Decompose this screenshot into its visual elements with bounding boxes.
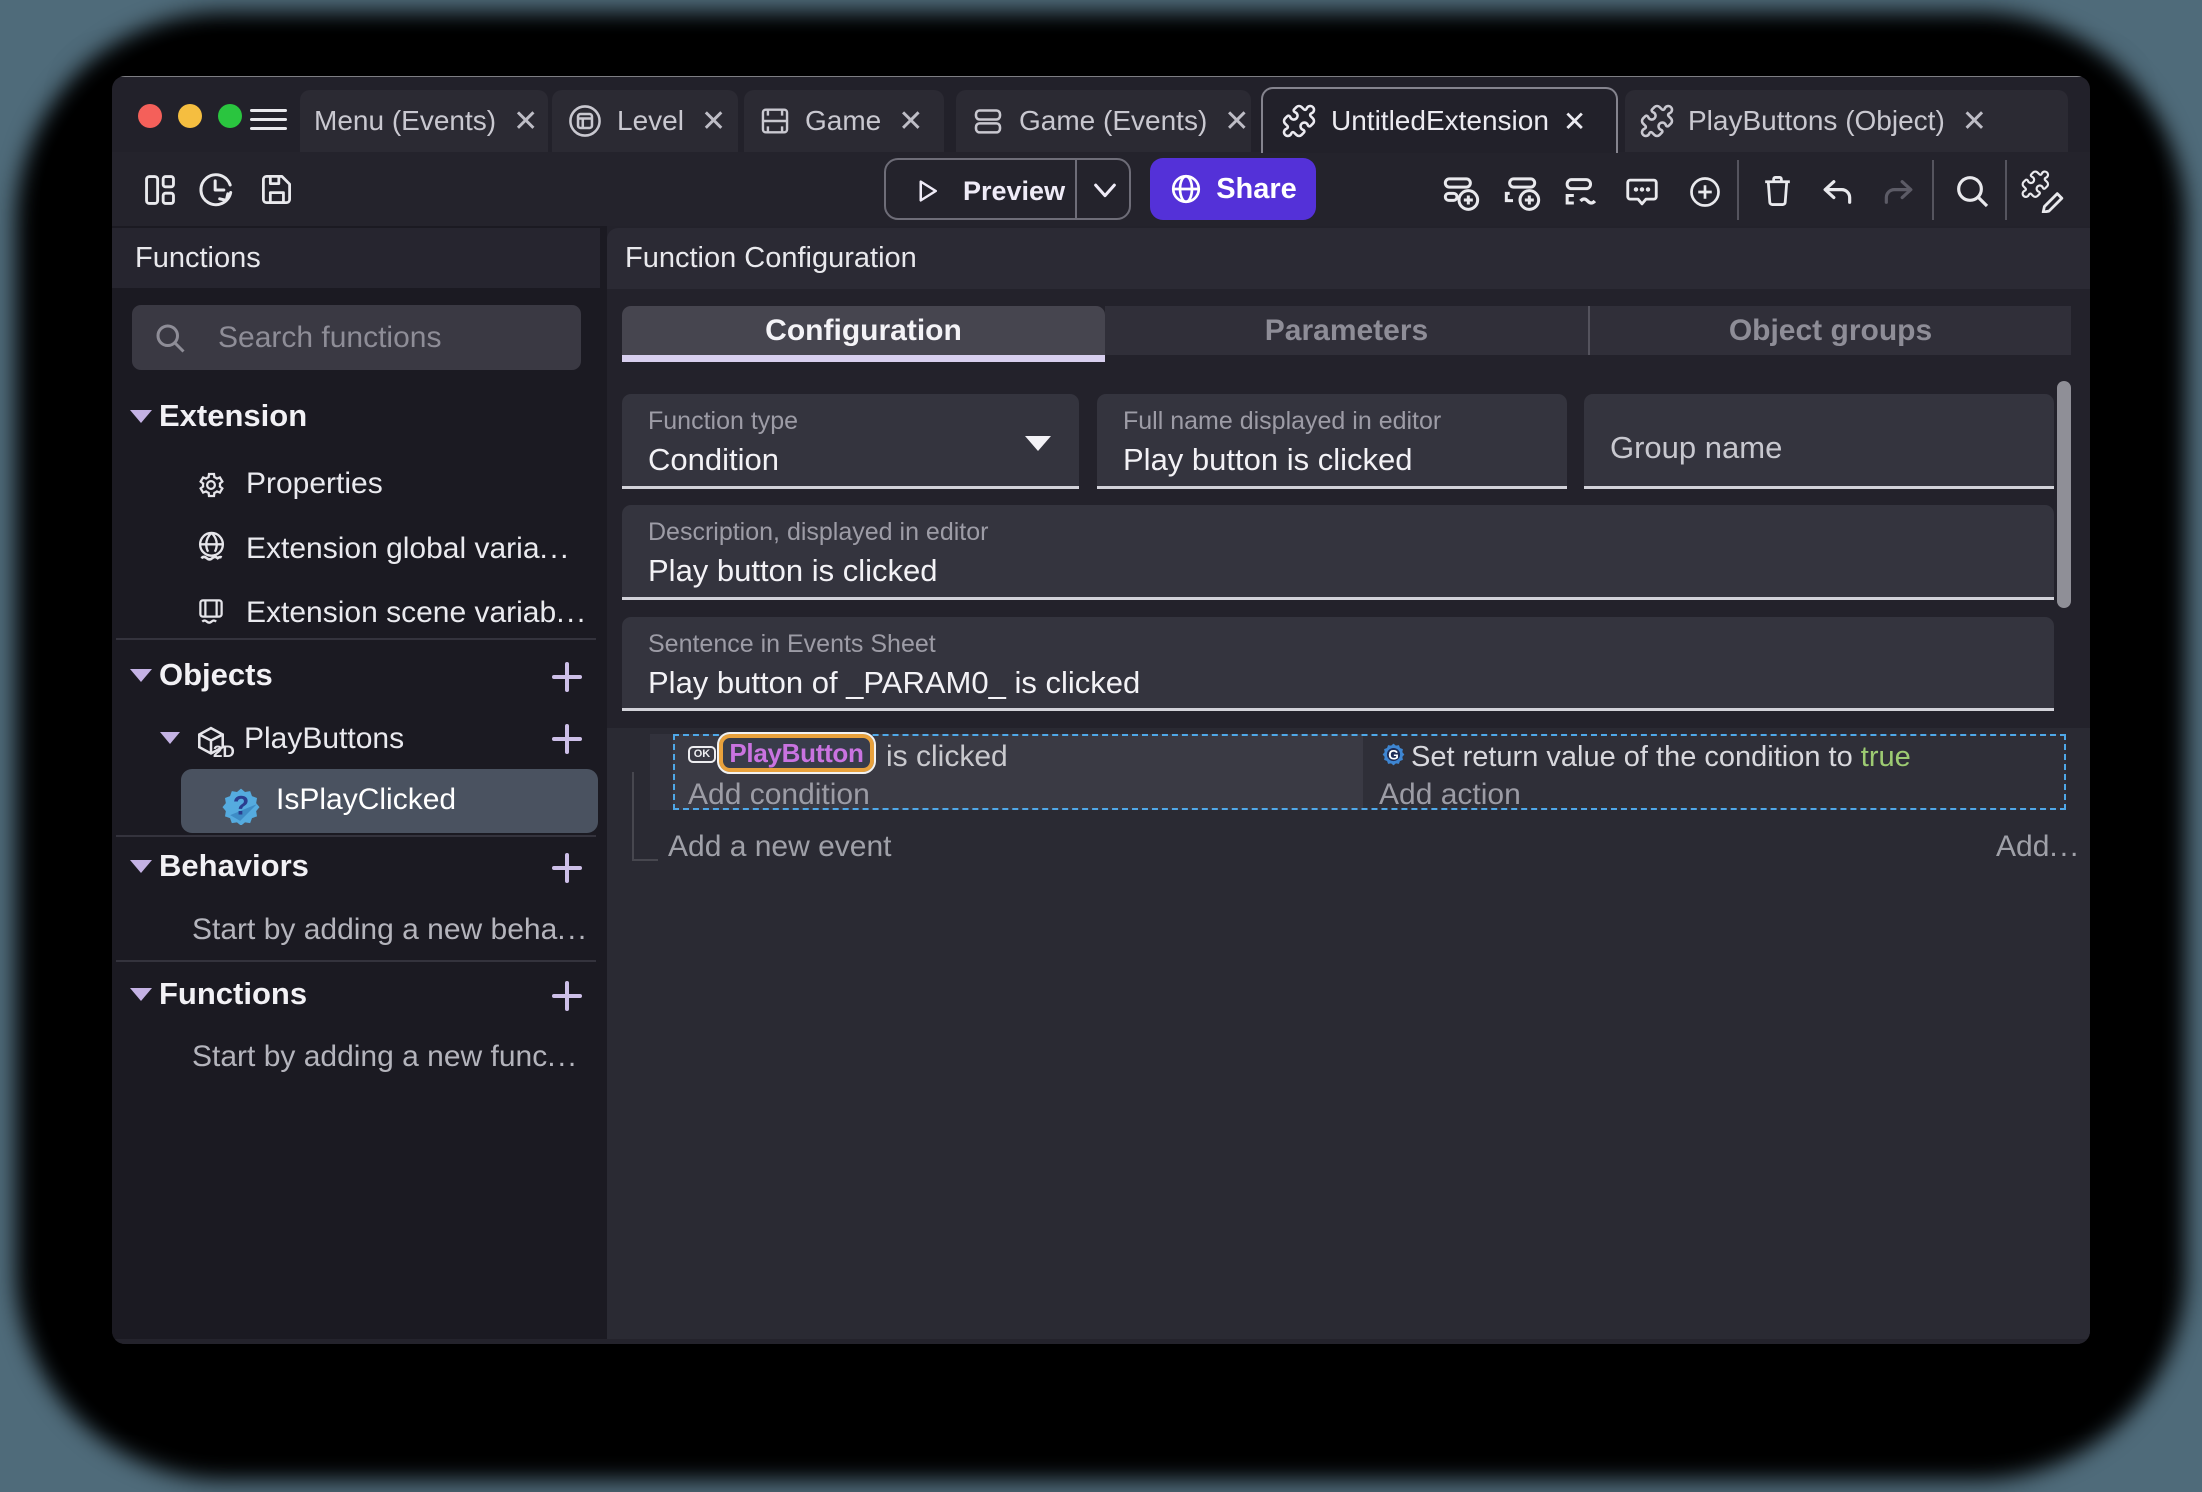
svg-text:G: G: [1388, 748, 1399, 763]
svg-text:?: ?: [233, 790, 249, 820]
